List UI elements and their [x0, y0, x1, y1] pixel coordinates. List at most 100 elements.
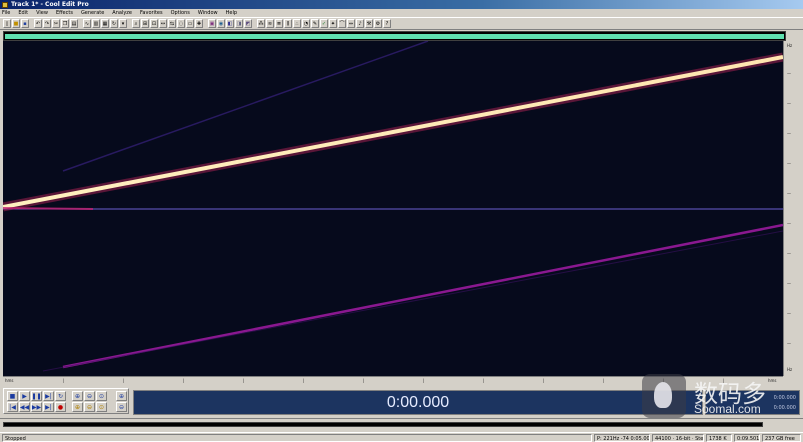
repair-icon[interactable]: ⚒ [365, 19, 373, 28]
ruler-tick: | [543, 378, 545, 383]
menu-edit[interactable]: Edit [18, 9, 28, 17]
low-start-trace [3, 207, 94, 210]
scrub-icon[interactable]: ⇆ [168, 19, 176, 28]
ruler-tick: — [787, 71, 791, 76]
effect-icon[interactable]: ✦ [329, 19, 337, 28]
envelope-icon[interactable]: ⌒ [338, 19, 346, 28]
time-select-icon[interactable]: ↔ [159, 19, 167, 28]
ruler-tick: — [787, 101, 791, 106]
open-icon[interactable]: ■ [12, 19, 20, 28]
ruler-tick: | [183, 378, 185, 383]
undo-icon[interactable]: ↶ [34, 19, 42, 28]
ruler-tick: | [603, 378, 605, 383]
pause-button[interactable]: ❚❚ [31, 391, 42, 401]
zoom-in-v-button[interactable]: ⊕ [116, 391, 127, 401]
ruler-tick: | [363, 378, 365, 383]
spectral-display[interactable] [3, 41, 783, 376]
menu-options[interactable]: Options [171, 9, 190, 17]
zoom-right-button[interactable]: ⊖ [84, 402, 95, 412]
overview-range[interactable] [5, 34, 784, 39]
noise-icon[interactable]: ∴ [293, 19, 301, 28]
frequency-icon[interactable]: ◨ [235, 19, 243, 28]
zoom-icon[interactable]: ⌕ [132, 19, 140, 28]
zoom-selection-button[interactable]: ⊙ [96, 402, 107, 412]
menu-window[interactable]: Window [198, 9, 218, 17]
menu-file[interactable]: File [2, 9, 10, 17]
watermark-text-en: Soomal.com [694, 402, 761, 416]
menu-effects[interactable]: Effects [56, 9, 73, 17]
menu-bar: File Edit View Effects Generate Analyze … [0, 9, 803, 17]
menu-favorites[interactable]: Favorites [140, 9, 163, 17]
list-icon[interactable]: ≣ [275, 19, 283, 28]
rewind-button[interactable]: ◀◀ [19, 402, 30, 412]
go-to-start-button[interactable]: |◀ [7, 402, 18, 412]
reverb-icon[interactable]: ◔ [302, 19, 310, 28]
status-format: 44100 · 16-bit · Stereo [652, 434, 704, 442]
loop-play-button[interactable]: ↻ [55, 391, 66, 401]
cd-icon[interactable]: ◉ [217, 19, 225, 28]
app-icon [2, 1, 8, 8]
meter-icon[interactable]: ⁂ [257, 19, 265, 28]
spectrogram-svg [3, 41, 783, 372]
phase-icon[interactable]: ◩ [244, 19, 252, 28]
zoom-out-v-button[interactable]: ⊖ [116, 402, 127, 412]
marker-icon[interactable]: ▾ [119, 19, 127, 28]
ruler-tick: | [423, 378, 425, 383]
menu-generate[interactable]: Generate [81, 9, 104, 17]
ruler-tick: | [483, 378, 485, 383]
spectral-view-icon[interactable]: ▥ [92, 19, 100, 28]
stretch-icon[interactable]: ⇔ [347, 19, 355, 28]
status-free: 237 GB free [762, 434, 801, 442]
select-icon[interactable]: ⊞ [141, 19, 149, 28]
new-icon[interactable]: ▯ [3, 19, 11, 28]
record-button[interactable]: ● [55, 402, 66, 412]
menu-help[interactable]: Help [226, 9, 237, 17]
ruler-tick: — [787, 311, 791, 316]
analysis-icon[interactable]: ▣ [208, 19, 216, 28]
redo-icon[interactable]: ↷ [43, 19, 51, 28]
waveform-view-icon[interactable]: ∿ [83, 19, 91, 28]
properties-icon[interactable]: ⚙ [374, 19, 382, 28]
zoom-out-h-button[interactable]: ⊖ [84, 391, 95, 401]
ruler-tick: — [787, 281, 791, 286]
lower-channel-faint-trace [42, 230, 783, 372]
play-to-end-button[interactable]: ▶| [43, 391, 54, 401]
filter-icon[interactable]: ≋ [266, 19, 274, 28]
lasso-icon[interactable]: ◌ [177, 19, 185, 28]
status-size: 1738 K [706, 434, 732, 442]
menu-view[interactable]: View [36, 9, 48, 17]
spot-heal-icon[interactable]: ✚ [195, 19, 203, 28]
ruler-tick: Hz [787, 43, 793, 48]
pitch-icon[interactable]: ♪ [356, 19, 364, 28]
status-cursor: P: 221Hz -74 0:05.008 [594, 434, 650, 442]
play-button[interactable]: ▶ [19, 391, 30, 401]
help-icon[interactable]: ? [383, 19, 391, 28]
overview-bar[interactable] [3, 31, 786, 41]
ruler-tick: | [303, 378, 305, 383]
time-display: 0:00.000 [133, 390, 703, 415]
wave-icon[interactable]: ◧ [226, 19, 234, 28]
go-to-end-button[interactable]: ▶| [43, 402, 54, 412]
ruler-tick: — [787, 341, 791, 346]
cut-icon[interactable]: ✂ [52, 19, 60, 28]
copy-icon[interactable]: ❐ [61, 19, 69, 28]
stop-button[interactable]: ■ [7, 391, 18, 401]
save-icon[interactable]: ▪ [21, 19, 29, 28]
mix-icon[interactable]: ▦ [101, 19, 109, 28]
marquee-icon[interactable]: ▭ [186, 19, 194, 28]
zoom-full-button[interactable]: ⊙ [96, 391, 107, 401]
zoom-in-h-button[interactable]: ⊕ [72, 391, 83, 401]
ruler-tick: | [63, 378, 65, 383]
brush-icon[interactable]: ✓ [320, 19, 328, 28]
hybrid-icon[interactable]: ⊡ [150, 19, 158, 28]
paste-icon[interactable]: ▤ [70, 19, 78, 28]
zoom-left-button[interactable]: ⊕ [72, 402, 83, 412]
frequency-ruler: Hz — — — — — — — — — — Hz [783, 41, 803, 376]
window-title: Track 1* - Cool Edit Pro [11, 1, 89, 8]
ruler-tick: hms [5, 378, 14, 383]
menu-analyze[interactable]: Analyze [112, 9, 132, 17]
loop-icon[interactable]: ↻ [110, 19, 118, 28]
fast-forward-button[interactable]: ▶▶ [31, 402, 42, 412]
equalizer-icon[interactable]: ⫼ [284, 19, 292, 28]
pen-icon[interactable]: ✎ [311, 19, 319, 28]
